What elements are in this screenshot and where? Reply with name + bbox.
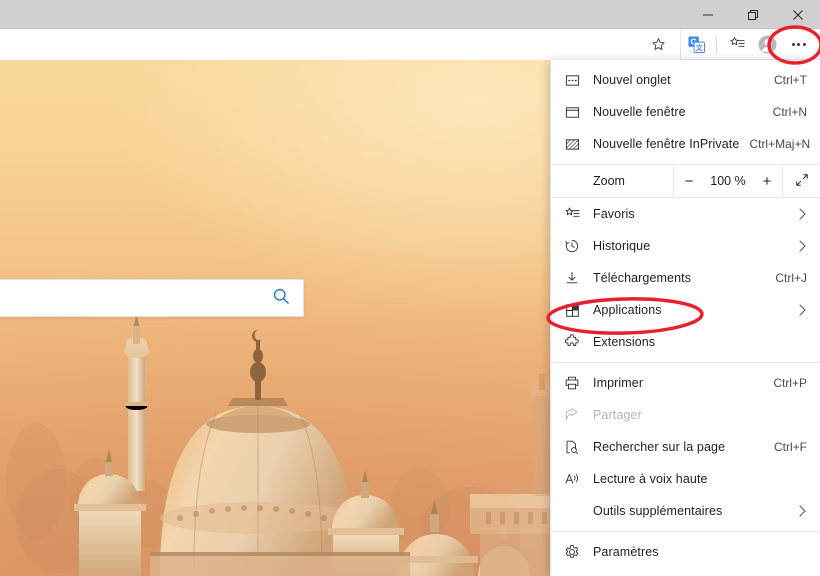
new-tab-icon: [551, 64, 593, 96]
downloads-icon: [551, 262, 593, 294]
settings-gear-icon: [551, 536, 593, 568]
fullscreen-button[interactable]: [782, 165, 820, 197]
menu-item-new-window[interactable]: Nouvelle fenêtre Ctrl+N: [551, 96, 820, 128]
menu-item-settings[interactable]: Paramètres: [551, 536, 820, 568]
fullscreen-arrows-icon: [795, 173, 809, 190]
close-icon: [792, 9, 804, 21]
restore-icon: [747, 9, 759, 21]
find-on-page-icon: [551, 431, 593, 463]
menu-item-label: Nouvel onglet: [593, 73, 671, 87]
menu-separator: [551, 531, 820, 532]
apps-icon: [551, 294, 593, 326]
help-question-icon: [551, 568, 593, 576]
menu-item-shortcut: Ctrl+Maj+N: [749, 137, 811, 151]
menu-item-label: Lecture à voix haute: [593, 472, 708, 486]
platform: [150, 552, 410, 576]
settings-and-more-button[interactable]: [783, 29, 814, 60]
zoom-value: 100 %: [710, 174, 746, 188]
share-icon: [551, 399, 593, 431]
chevron-right-icon: [795, 505, 807, 517]
search-icon: [272, 287, 290, 310]
toolbar-separator: [716, 35, 717, 53]
title-bar: [0, 0, 820, 29]
menu-item-label: Imprimer: [593, 376, 644, 390]
right-courtyard: [470, 494, 560, 576]
menu-item-history[interactable]: Historique: [551, 230, 820, 262]
search-box[interactable]: [0, 279, 304, 317]
menu-item-favorites[interactable]: Favoris: [551, 198, 820, 230]
favorites-list-icon[interactable]: [721, 29, 752, 60]
menu-item-more-tools[interactable]: Outils supplémentaires: [551, 495, 820, 527]
address-bar[interactable]: [0, 28, 681, 60]
menu-item-label: Partager: [593, 408, 642, 422]
minimize-icon: [702, 9, 714, 21]
menu-item-shortcut: Ctrl+F: [774, 440, 807, 454]
svg-text:文: 文: [696, 43, 704, 52]
restore-button[interactable]: [730, 0, 775, 29]
menu-item-label: Applications: [593, 303, 662, 317]
menu-item-print[interactable]: Imprimer Ctrl+P: [551, 367, 820, 399]
menu-item-shortcut: Ctrl+T: [774, 73, 807, 87]
chevron-right-icon: [795, 208, 807, 220]
menu-item-label: Paramètres: [593, 545, 659, 559]
menu-item-label: Outils supplémentaires: [593, 504, 723, 518]
menu-item-extensions[interactable]: Extensions: [551, 326, 820, 358]
menu-item-label: Nouvelle fenêtre: [593, 105, 686, 119]
extensions-icon: [551, 326, 593, 358]
menu-item-label: Favoris: [593, 207, 635, 221]
menu-item-shortcut: Ctrl+N: [772, 105, 807, 119]
menu-item-find-on-page[interactable]: Rechercher sur la page Ctrl+F: [551, 431, 820, 463]
browser-toolbar: G 文: [0, 28, 820, 60]
search-button[interactable]: [259, 280, 303, 316]
minus-icon: −: [684, 172, 694, 190]
menu-item-new-tab[interactable]: Nouvel onglet Ctrl+T: [551, 64, 820, 96]
menu-item-help-and-feedback[interactable]: Aide et commentaires: [551, 568, 820, 576]
favorite-star-icon[interactable]: [643, 29, 674, 60]
google-translate-icon[interactable]: G 文: [681, 29, 712, 60]
profile-avatar-icon[interactable]: [752, 29, 783, 60]
menu-item-share: Partager: [551, 399, 820, 431]
settings-and-more-icon: [791, 42, 806, 46]
chevron-right-icon: [795, 304, 807, 316]
read-aloud-icon: [551, 463, 593, 495]
settings-and-more-menu: Nouvel onglet Ctrl+T Nouvelle fenêtre Ct…: [550, 60, 820, 576]
menu-item-label: Historique: [593, 239, 651, 253]
central-dome: [160, 330, 356, 576]
menu-item-label: Nouvelle fenêtre InPrivate: [593, 137, 740, 151]
history-icon: [551, 230, 593, 262]
menu-zoom-row: Zoom − 100 % +: [551, 164, 820, 198]
menu-item-label: Téléchargements: [593, 271, 692, 285]
menu-item-downloads[interactable]: Téléchargements Ctrl+J: [551, 262, 820, 294]
plus-icon: +: [762, 172, 772, 190]
new-window-icon: [551, 96, 593, 128]
menu-item-shortcut: Ctrl+J: [775, 271, 807, 285]
zoom-label: Zoom: [551, 165, 674, 197]
zoom-in-button[interactable]: +: [752, 165, 782, 197]
close-button[interactable]: [775, 0, 820, 29]
search-input[interactable]: [0, 280, 259, 316]
menu-item-shortcut: Ctrl+P: [773, 376, 807, 390]
chevron-right-icon: [795, 240, 807, 252]
print-icon: [551, 367, 593, 399]
left-minaret: [123, 314, 150, 491]
menu-item-read-aloud[interactable]: Lecture à voix haute: [551, 463, 820, 495]
menu-item-label: Rechercher sur la page: [593, 440, 726, 454]
menu-item-label: Extensions: [593, 335, 656, 349]
zoom-out-button[interactable]: −: [674, 165, 704, 197]
favorites-icon: [551, 198, 593, 230]
browser-window: G 文 Nouvel onglet Ctrl+T Nouvelle fenêtr…: [0, 0, 820, 576]
menu-separator: [551, 362, 820, 363]
right-tower: [532, 374, 552, 496]
menu-item-apps[interactable]: Applications: [551, 294, 820, 326]
inprivate-icon: [551, 128, 593, 160]
menu-item-inprivate-window[interactable]: Nouvelle fenêtre InPrivate Ctrl+Maj+N: [551, 128, 820, 160]
minimize-button[interactable]: [685, 0, 730, 29]
